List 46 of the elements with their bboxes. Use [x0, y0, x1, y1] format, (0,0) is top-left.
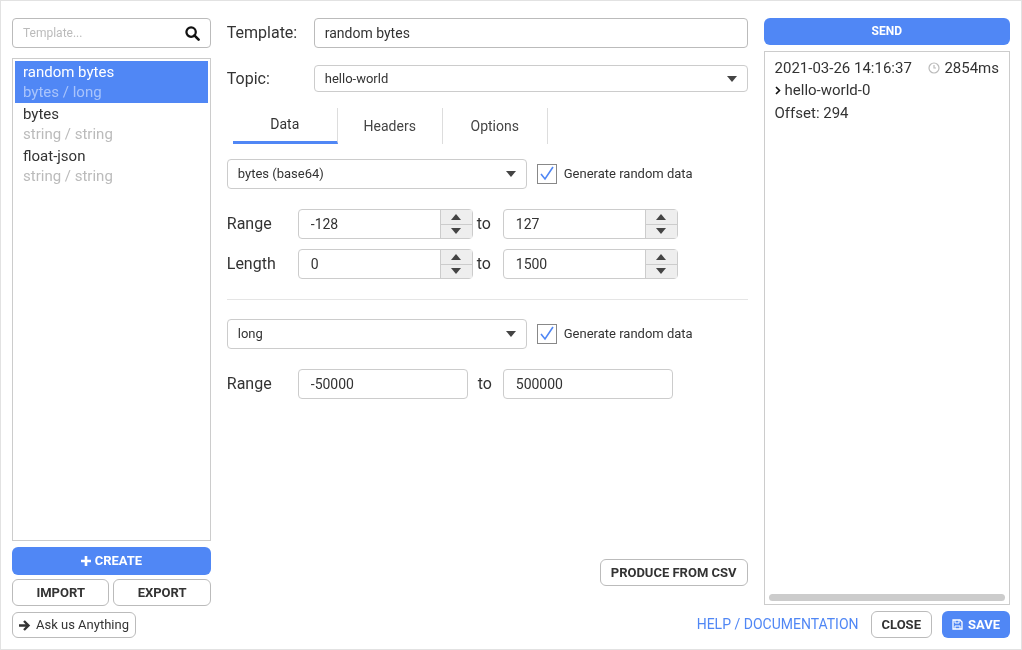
offset: Offset: 294 — [774, 102, 850, 124]
tab[interactable]: Options — [442, 108, 548, 144]
ask-button[interactable]: Ask us Anything — [12, 612, 136, 638]
type-dropdown[interactable]: long — [226, 319, 527, 349]
tab[interactable]: Headers — [337, 108, 443, 144]
checkbox[interactable] — [536, 324, 557, 344]
to-label: to — [476, 373, 493, 395]
number-field[interactable]: 1500 — [502, 249, 678, 279]
template-name-field[interactable]: random bytes — [313, 18, 748, 48]
checkbox-label: Generate random data — [563, 325, 693, 344]
number-field[interactable]: 0 — [297, 249, 473, 279]
search-icon — [184, 25, 200, 41]
number-field[interactable]: -128 — [297, 209, 473, 239]
floppy-disk-icon — [951, 619, 963, 630]
to-label: to — [475, 213, 492, 235]
clock-icon — [928, 62, 941, 75]
caret-icon — [505, 171, 516, 177]
checkbox[interactable] — [536, 164, 557, 184]
template-label: Template: — [226, 22, 299, 44]
export-button[interactable]: EXPORT — [113, 579, 211, 606]
scrollbar[interactable] — [768, 594, 1005, 601]
topic-dropdown[interactable]: hello-world — [313, 65, 748, 92]
field-label: Range — [226, 373, 273, 395]
type-dropdown[interactable]: bytes (base64) — [226, 159, 527, 189]
number-field[interactable]: 127 — [502, 209, 678, 239]
checkbox-label: Generate random data — [563, 165, 693, 184]
field-label: Length — [226, 253, 277, 275]
number-field[interactable]: -50000 — [297, 369, 468, 399]
close-button[interactable]: CLOSE — [870, 611, 932, 638]
plus-icon — [80, 556, 91, 566]
chevron-right-icon — [774, 86, 781, 96]
template-item[interactable]: float-json string / string — [15, 145, 208, 187]
timestamp: 2021-03-26 14:16:37 — [774, 57, 912, 79]
topic-label: Topic: — [226, 67, 271, 90]
import-button[interactable]: IMPORT — [12, 579, 110, 606]
template-item[interactable]: bytes string / string — [15, 103, 208, 145]
duration: 2854ms — [944, 57, 999, 79]
to-label: to — [475, 253, 492, 275]
caret-icon — [505, 331, 516, 337]
tab[interactable]: Data — [232, 108, 338, 144]
field-label: Range — [226, 213, 273, 235]
partition: hello-world-0 — [784, 80, 871, 102]
number-field[interactable]: 500000 — [502, 369, 673, 399]
produce-csv-button[interactable]: PRODUCE FROM CSV — [599, 559, 748, 586]
arrow-right-icon — [19, 619, 31, 631]
caret-icon — [726, 75, 737, 82]
